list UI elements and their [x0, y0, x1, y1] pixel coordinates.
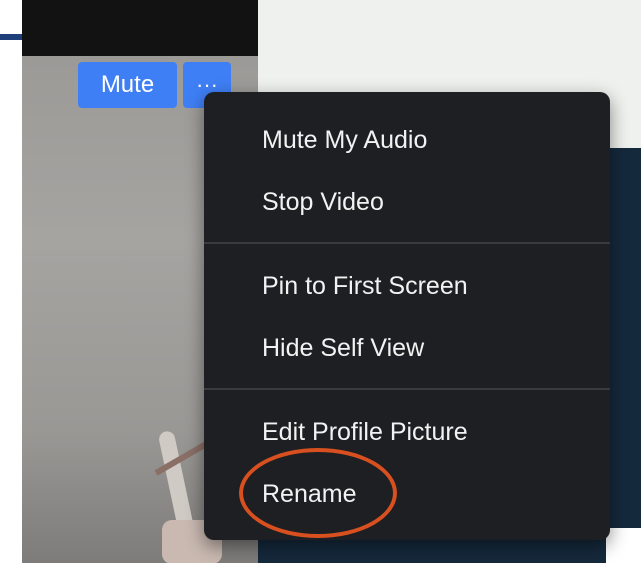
menu-item-pin-to-first-screen[interactable]: Pin to First Screen	[262, 264, 468, 308]
menu-item-mute-my-audio[interactable]: Mute My Audio	[262, 118, 427, 162]
menu-item-hide-self-view[interactable]: Hide Self View	[262, 326, 424, 370]
menu-item-edit-profile-picture[interactable]: Edit Profile Picture	[262, 410, 468, 454]
menu-separator	[204, 388, 610, 390]
top-border-left	[0, 34, 24, 40]
menu-item-stop-video[interactable]: Stop Video	[262, 180, 384, 224]
mute-button[interactable]: Mute	[78, 62, 177, 108]
participant-context-menu: Mute My Audio Stop Video Pin to First Sc…	[204, 92, 610, 540]
menu-item-rename[interactable]: Rename	[262, 472, 357, 516]
background-corner	[606, 528, 641, 563]
menu-separator	[204, 242, 610, 244]
